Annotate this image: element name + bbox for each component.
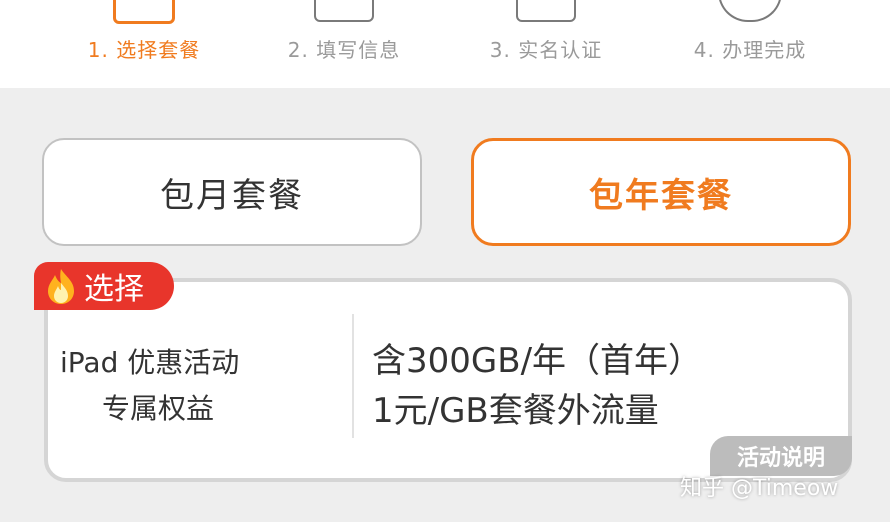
flame-icon — [48, 269, 74, 304]
offer-benefits: 含300GB/年（首年） 1元/GB套餐外流量 — [372, 336, 702, 436]
monthly-plan-button[interactable]: 包月套餐 — [42, 138, 422, 246]
offer-title-line2: 专属权益 — [102, 392, 215, 425]
step-select-plan: 1. 选择套餐 — [44, 0, 244, 88]
plan-step-icon — [113, 0, 175, 24]
step-fill-info: 2. 填写信息 — [244, 0, 444, 88]
step-label: 4. 办理完成 — [693, 38, 807, 62]
id-card-step-icon — [516, 0, 576, 22]
offer-title: iPad 优惠活动 专属权益 — [60, 340, 320, 432]
step-label: 1. 选择套餐 — [87, 38, 201, 62]
benefit-data-quota: 含300GB/年（首年） — [372, 341, 703, 381]
edit-step-icon — [314, 0, 374, 22]
step-complete: 4. 办理完成 — [650, 0, 850, 88]
select-badge: 选择 — [34, 262, 174, 310]
yearly-plan-button[interactable]: 包年套餐 — [471, 138, 851, 246]
benefit-overage-rate: 1元/GB套餐外流量 — [372, 391, 659, 431]
step-label: 3. 实名认证 — [489, 38, 603, 62]
step-progress-bar: 1. 选择套餐 2. 填写信息 3. 实名认证 4. 办理完成 — [0, 0, 890, 88]
watermark: 知乎 @Timeow — [680, 476, 839, 501]
step-verification: 3. 实名认证 — [446, 0, 646, 88]
badge-label: 选择 — [84, 272, 144, 307]
offer-title-line1: iPad 优惠活动 — [60, 346, 240, 379]
card-divider — [352, 314, 354, 438]
check-step-icon — [718, 0, 782, 22]
step-label: 2. 填写信息 — [287, 38, 401, 62]
